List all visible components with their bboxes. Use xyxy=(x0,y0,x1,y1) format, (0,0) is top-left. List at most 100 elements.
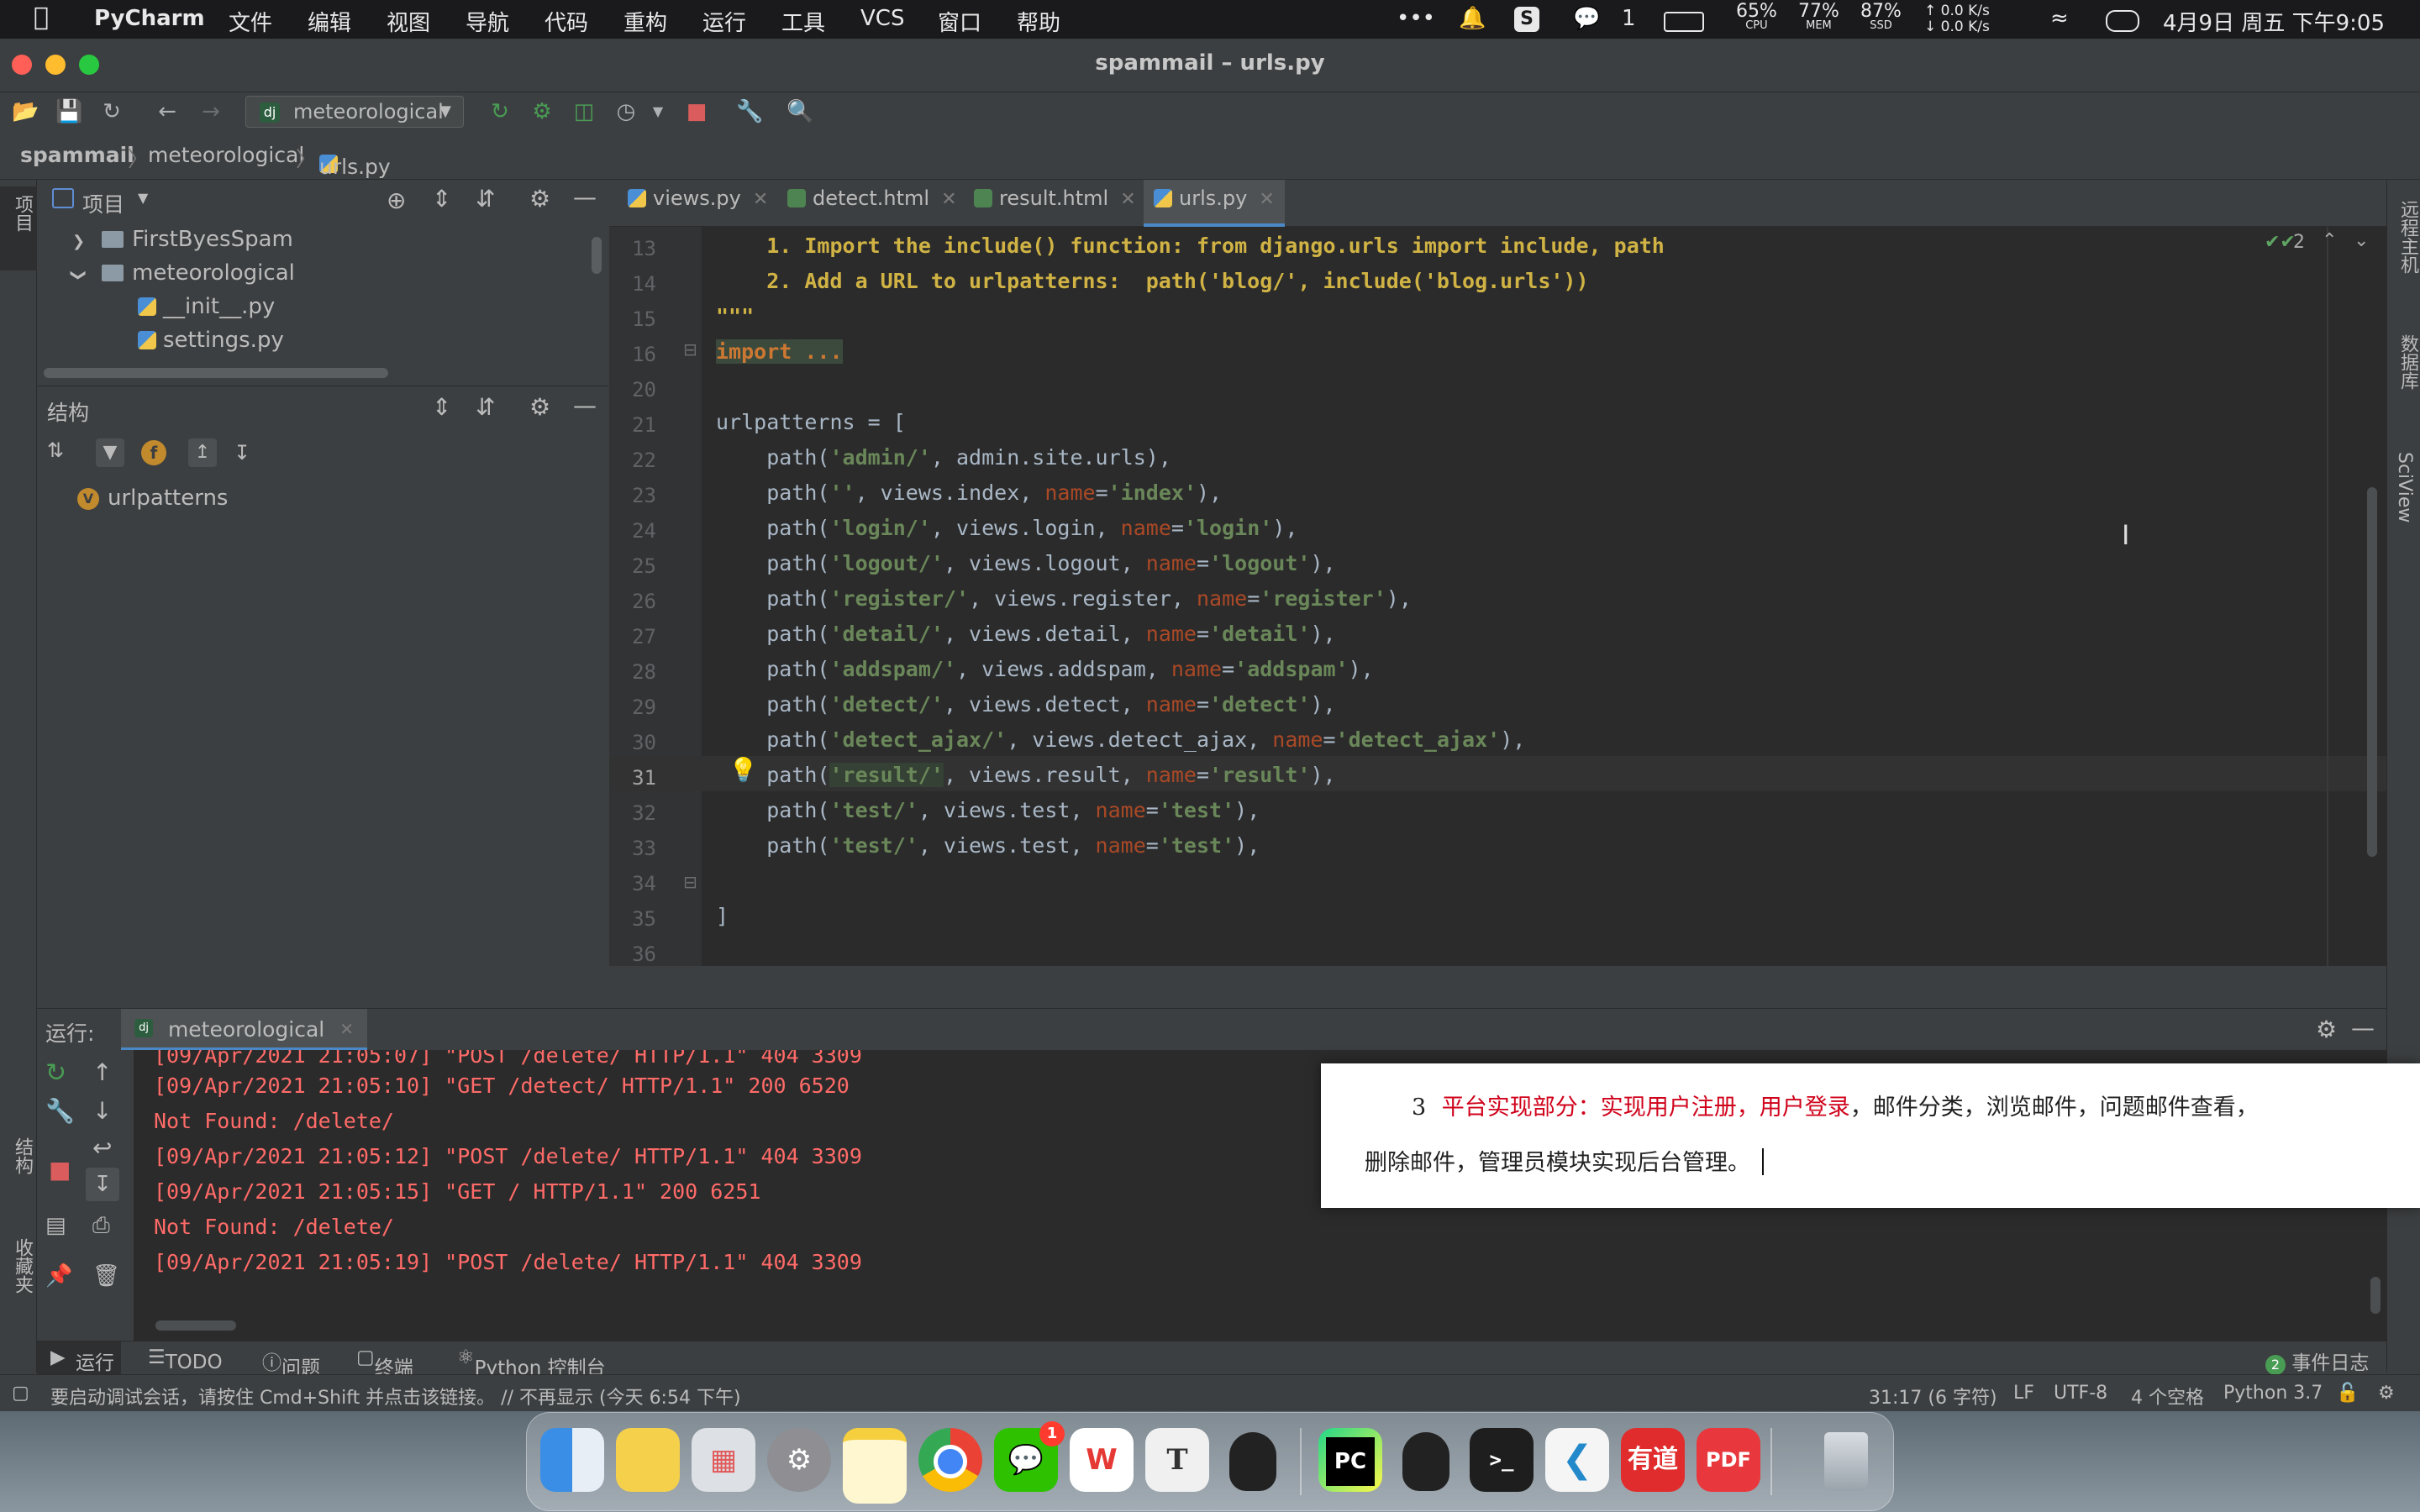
hide-panel-icon[interactable]: — xyxy=(2351,1014,2375,1042)
indent-setting[interactable]: 4 个空格 xyxy=(2131,1383,2204,1410)
tree-item-firstbyesspam[interactable]: ❯ FirstByesSpam xyxy=(72,227,293,252)
favorites-stripe-button[interactable]: 收藏夹 xyxy=(0,1230,37,1347)
scroll-from-source-icon[interactable]: ↧ xyxy=(234,438,250,467)
console-vertical-scrollbar[interactable] xyxy=(2370,1277,2381,1314)
close-icon[interactable]: ✕ xyxy=(1259,189,1274,210)
open-folder-icon[interactable]: 📂 xyxy=(12,99,39,124)
wechat-menubar-icon[interactable]: 💬 xyxy=(1573,6,1600,31)
wrench-icon[interactable]: 🔧 xyxy=(736,99,763,124)
inspector-icon[interactable]: ⚙ xyxy=(2378,1383,2395,1404)
document-overlay[interactable]: 3 平台实现部分：实现用户注册，用户登录，邮件分类，浏览邮件，问题邮件查看， 删… xyxy=(1321,1063,2420,1208)
horizontal-scrollbar[interactable] xyxy=(44,368,388,378)
rerun-icon[interactable]: ↻ xyxy=(487,99,513,124)
pycharm-icon[interactable]: PC xyxy=(1318,1428,1382,1492)
hide-panel-icon[interactable]: — xyxy=(573,391,597,419)
scroll-to-end-icon[interactable]: ↧ xyxy=(86,1168,119,1201)
rerun-icon[interactable]: ↻ xyxy=(45,1058,66,1088)
notes-icon[interactable] xyxy=(616,1428,680,1492)
chrome-icon[interactable] xyxy=(918,1428,982,1492)
arrow-down-icon[interactable]: ↓ xyxy=(92,1097,112,1125)
menu-vcs[interactable]: VCS xyxy=(860,6,904,31)
inspection-ok-icon[interactable]: ✔✔ xyxy=(2265,232,2296,253)
apple-icon[interactable]:  xyxy=(34,3,49,32)
vscode-icon[interactable]: ❮ xyxy=(1545,1428,1609,1492)
wrench-icon[interactable]: 🔧 xyxy=(45,1097,75,1125)
save-icon[interactable]: 💾 xyxy=(55,99,82,124)
tab-todo[interactable]: ☰ TODO xyxy=(148,1347,223,1373)
project-panel-title[interactable]: 项目 xyxy=(82,188,124,218)
memo-icon[interactable] xyxy=(843,1428,907,1504)
file-encoding[interactable]: UTF-8 xyxy=(2054,1383,2107,1404)
tree-item-meteorological[interactable]: ❯ meteorological xyxy=(70,260,295,286)
debug-icon[interactable]: ⚙ xyxy=(529,99,555,124)
control-center-icon[interactable] xyxy=(2106,10,2139,32)
tab-run[interactable]: ▶ 运行 xyxy=(37,1341,121,1375)
menu-view[interactable]: 视图 xyxy=(387,6,430,37)
python-interpreter[interactable]: Python 3.7 xyxy=(2223,1383,2323,1404)
sciview-stripe-button[interactable]: SciView xyxy=(2387,440,2420,566)
stop-icon[interactable]: ■ xyxy=(684,99,709,124)
search-icon[interactable]: 🔍 xyxy=(786,99,813,124)
collapse-all-icon[interactable]: ⇵ xyxy=(476,185,495,213)
project-stripe-button[interactable]: 项目 xyxy=(0,186,37,270)
expand-all-icon[interactable]: ⇕ xyxy=(432,393,451,421)
qq-icon[interactable] xyxy=(1221,1428,1285,1492)
locate-icon[interactable]: ⊕ xyxy=(387,186,406,214)
trash-icon[interactable]: 🗑 xyxy=(92,1263,120,1289)
close-icon[interactable]: ✕ xyxy=(1120,189,1135,210)
battery-icon[interactable] xyxy=(1664,12,1704,32)
close-icon[interactable]: ✕ xyxy=(753,189,768,210)
lightbulb-icon[interactable]: 💡 xyxy=(729,756,758,784)
stop-icon[interactable]: ■ xyxy=(49,1156,71,1184)
tab-python-console[interactable]: ⚛ Python 控制台 xyxy=(457,1347,606,1379)
tree-item-init[interactable]: __init__.py xyxy=(138,294,275,319)
chevron-down-icon[interactable]: ❯ xyxy=(70,269,87,281)
settings-icon[interactable]: ⚙ xyxy=(767,1428,831,1492)
gear-icon[interactable]: ⚙ xyxy=(529,185,550,213)
breadcrumb-folder[interactable]: meteorological xyxy=(148,143,304,167)
tab-terminal[interactable]: ▢ 终端 xyxy=(356,1347,413,1379)
tree-item-settings[interactable]: settings.py xyxy=(138,328,284,353)
lock-icon[interactable]: 🔓 xyxy=(2336,1383,2359,1404)
gear-icon[interactable]: ⚙ xyxy=(529,393,550,421)
menu-edit[interactable]: 编辑 xyxy=(308,6,351,37)
remote-host-stripe-button[interactable]: 远程主机 xyxy=(2387,188,2420,306)
forward-icon[interactable]: → xyxy=(198,99,224,124)
qq2-icon[interactable] xyxy=(1394,1428,1458,1492)
console-horizontal-scrollbar[interactable] xyxy=(155,1320,236,1331)
menu-run[interactable]: 运行 xyxy=(702,6,746,37)
vertical-scrollbar[interactable] xyxy=(592,237,602,274)
close-icon[interactable]: ✕ xyxy=(941,189,956,210)
chevron-down-icon[interactable]: ⌄ xyxy=(2354,230,2369,251)
profile-icon[interactable]: ◷ xyxy=(613,99,639,124)
close-icon[interactable]: ✕ xyxy=(339,1019,354,1039)
launchpad-icon[interactable]: ▦ xyxy=(692,1428,755,1492)
wechat-icon[interactable]: 💬 1 xyxy=(994,1421,1065,1492)
database-stripe-button[interactable]: 数据库 xyxy=(2387,323,2420,423)
scripts-icon[interactable]: S xyxy=(1514,7,1539,32)
coverage-icon[interactable]: ◫ xyxy=(571,99,597,124)
fold-icon[interactable]: ⊟ xyxy=(683,872,697,892)
line-separator[interactable]: LF xyxy=(2013,1383,2034,1404)
chevron-up-icon[interactable]: ⌃ xyxy=(2322,230,2337,251)
youdao-icon[interactable]: 有道 xyxy=(1621,1428,1685,1492)
sort-alpha-icon[interactable]: ⇅ xyxy=(47,438,64,462)
sync-icon[interactable]: ↻ xyxy=(99,99,124,124)
menu-refactor[interactable]: 重构 xyxy=(623,6,667,37)
arrow-up-icon[interactable]: ↑ xyxy=(92,1058,112,1086)
menu-code[interactable]: 代码 xyxy=(544,6,588,37)
pdf-icon[interactable]: PDF xyxy=(1697,1428,1760,1492)
wifi-icon[interactable]: ≈ xyxy=(2050,6,2069,31)
clock[interactable]: 4月9日 周五 下午9:05 xyxy=(2163,6,2385,37)
print-icon[interactable]: ⎙ xyxy=(92,1213,110,1239)
tab-urls-py[interactable]: urls.py ✕ xyxy=(1144,180,1285,227)
structure-stripe-button[interactable]: 结构 xyxy=(0,1129,37,1230)
event-log-button[interactable]: 2 事件日志 xyxy=(2265,1347,2369,1375)
expand-all-icon[interactable]: ⇕ xyxy=(432,185,451,213)
back-icon[interactable]: ← xyxy=(155,99,180,124)
menu-tools[interactable]: 工具 xyxy=(781,6,825,37)
structure-item-urlpatterns[interactable]: Vurlpatterns xyxy=(77,486,228,511)
editor-scrollbar[interactable] xyxy=(2367,487,2377,857)
tab-result-html[interactable]: result.html ✕ xyxy=(974,180,1136,227)
tab-views-py[interactable]: views.py ✕ xyxy=(628,180,768,227)
